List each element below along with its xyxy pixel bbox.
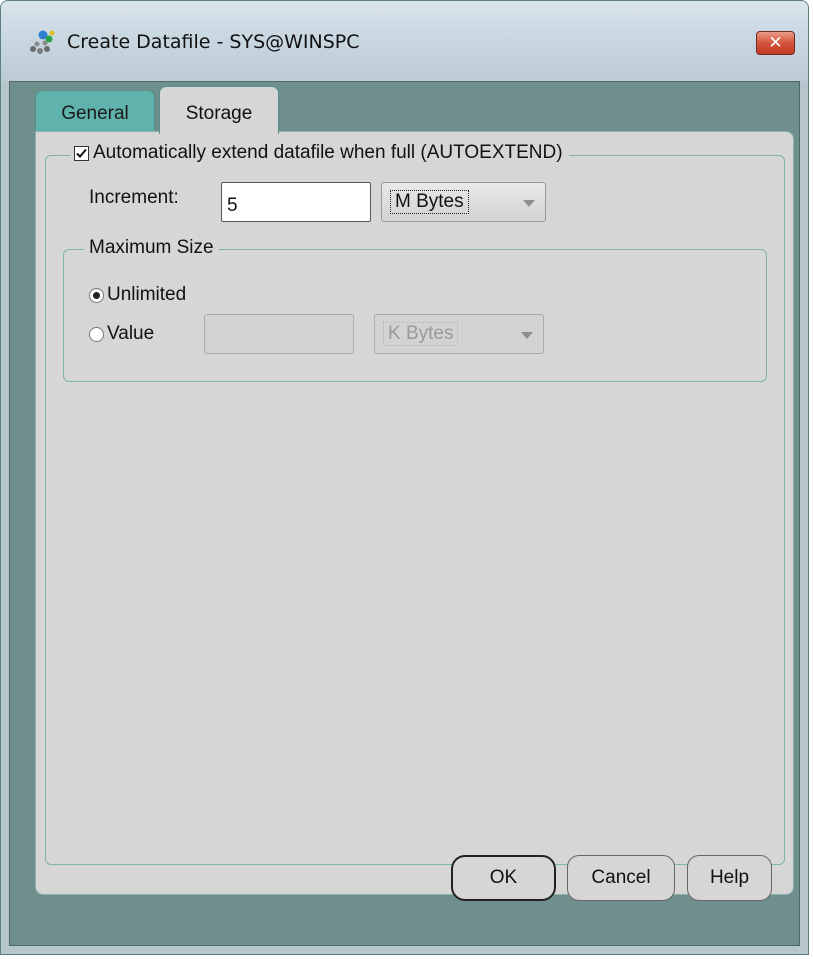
unlimited-option[interactable]: Unlimited xyxy=(89,284,186,306)
increment-unit-value: M Bytes xyxy=(390,190,469,214)
increment-label: Increment: xyxy=(89,187,179,208)
tab-general[interactable]: General xyxy=(35,90,155,134)
create-datafile-dialog: Create Datafile - SYS@WINSPC ✕ General S… xyxy=(0,0,809,955)
max-value-unit-select[interactable]: K Bytes xyxy=(374,314,544,354)
value-option[interactable]: Value xyxy=(89,323,154,345)
unlimited-label: Unlimited xyxy=(107,284,187,305)
max-value-input[interactable] xyxy=(204,314,354,354)
tab-storage-label: Storage xyxy=(185,103,253,124)
dialog-body: General Storage Automatically extend dat… xyxy=(9,81,800,946)
autoextend-group: Automatically extend datafile when full … xyxy=(45,142,785,865)
autoextend-checkbox-row[interactable]: Automatically extend datafile when full … xyxy=(70,142,569,164)
title-bar[interactable]: Create Datafile - SYS@WINSPC ✕ xyxy=(1,1,808,81)
storage-panel: Automatically extend datafile when full … xyxy=(35,131,794,895)
tab-storage[interactable]: Storage xyxy=(159,86,279,134)
chevron-down-icon xyxy=(523,200,535,207)
value-label: Value xyxy=(107,323,155,344)
cancel-button[interactable]: Cancel xyxy=(567,855,675,901)
increment-unit-select[interactable]: M Bytes xyxy=(381,182,546,222)
autoextend-label: Automatically extend datafile when full … xyxy=(93,142,563,163)
database-icon xyxy=(30,30,55,54)
close-button[interactable]: ✕ xyxy=(756,31,795,55)
close-icon: ✕ xyxy=(768,33,783,53)
autoextend-checkbox[interactable] xyxy=(74,145,89,161)
value-radio[interactable] xyxy=(89,326,104,342)
max-value-unit: K Bytes xyxy=(383,322,459,346)
help-button[interactable]: Help xyxy=(687,855,772,901)
tab-general-label: General xyxy=(61,103,129,124)
checkmark-icon xyxy=(76,148,87,158)
chevron-down-icon xyxy=(521,332,533,339)
window-title: Create Datafile - SYS@WINSPC xyxy=(67,31,360,53)
ok-button[interactable]: OK xyxy=(451,855,556,901)
maximum-size-legend: Maximum Size xyxy=(84,237,219,259)
increment-input[interactable]: 5 xyxy=(221,182,371,222)
unlimited-radio[interactable] xyxy=(89,287,104,303)
